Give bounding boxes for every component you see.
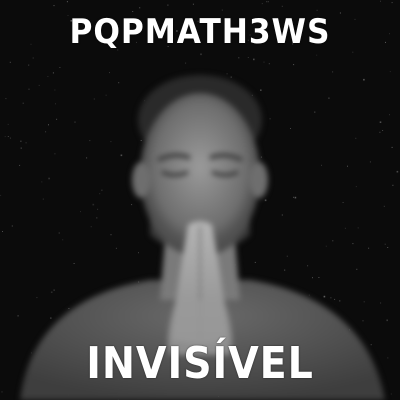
album-title: INVISÍVEL — [86, 338, 314, 389]
album-cover: PQPMATH3WS INVISÍVEL — [0, 0, 400, 400]
artist-name: PQPMATH3WS — [69, 12, 331, 52]
